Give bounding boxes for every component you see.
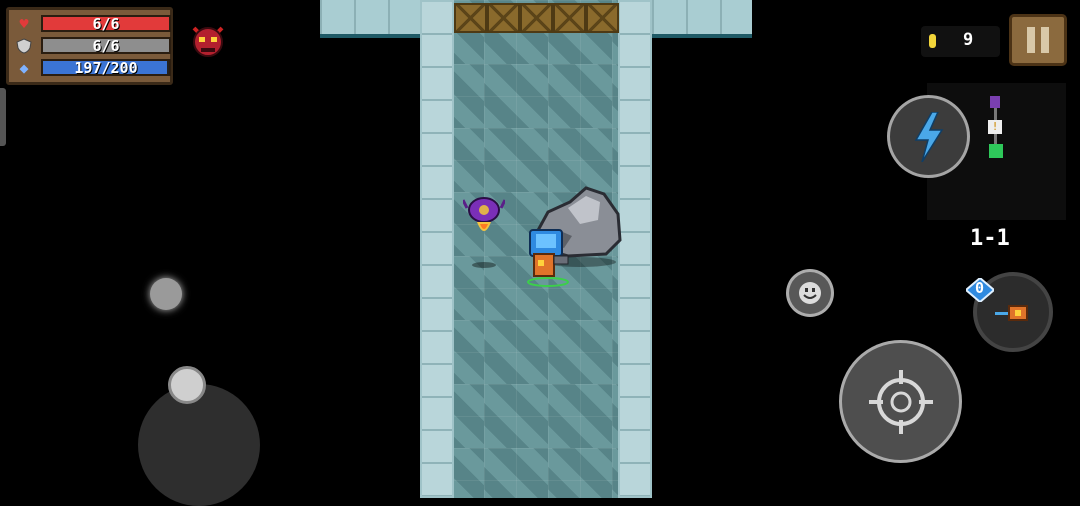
weapon-swap-icon (995, 305, 1028, 321)
demon-skull-icon (192, 26, 224, 57)
weapon-energy-cost: 0 (966, 278, 994, 302)
purple-wizard-enemy (463, 197, 505, 268)
movement-joystick[interactable] (138, 384, 260, 506)
armor-row: 6/6 (13, 36, 171, 55)
wooden-crate (487, 3, 520, 33)
side-drawer-tab[interactable] (0, 88, 6, 146)
shield-icon (15, 38, 33, 54)
health-row: ♥ 6/6 (13, 14, 171, 33)
armor-value: 6/6 (92, 37, 120, 55)
minimap-boss-room (990, 96, 1000, 108)
ice-wall-top-right (652, 0, 752, 38)
aim-indicator (150, 278, 182, 310)
heart-icon: ♥ (19, 15, 29, 33)
level-indicator: 1-1 (970, 226, 1010, 251)
coin-count: 9 (963, 30, 974, 50)
lightning-icon (914, 112, 944, 162)
wooden-crate (553, 3, 586, 33)
pause-icon (1027, 27, 1035, 53)
pause-button[interactable] (1009, 14, 1067, 66)
armor-bar: 6/6 (41, 37, 171, 55)
crosshair-icon (869, 370, 933, 434)
minimap-current-room: ! (988, 120, 1002, 134)
player-stats-panel: ♥ 6/6 6/6 ◆ 197/200 (6, 7, 173, 85)
energy-bar: 197/200 (41, 59, 171, 77)
coin-icon (929, 34, 936, 48)
ice-wall-left (420, 0, 454, 498)
minimap-corridor (994, 108, 997, 120)
emote-button[interactable] (786, 269, 834, 317)
pause-icon (1041, 27, 1049, 53)
wooden-crate (454, 3, 487, 33)
health-value: 6/6 (92, 15, 120, 33)
energy-value: 197/200 (74, 59, 138, 77)
skill-button[interactable] (887, 95, 970, 178)
energy-row: ◆ 197/200 (13, 58, 171, 77)
ice-wall-right (618, 0, 652, 498)
smiley-icon (799, 282, 821, 304)
knight-player (527, 229, 569, 287)
ice-wall-top-left (320, 0, 420, 38)
health-bar: 6/6 (41, 15, 171, 33)
wooden-crate (586, 3, 619, 33)
minimap-corridor (994, 134, 997, 144)
coin-counter: 9 (921, 26, 1000, 57)
weapon-energy-cost-value: 0 (975, 279, 985, 297)
joystick-knob[interactable] (168, 366, 206, 404)
minimap-start-room (989, 144, 1003, 158)
wooden-crate (520, 3, 553, 33)
energy-crystal-icon: ◆ (19, 59, 29, 77)
attack-button[interactable] (839, 340, 962, 463)
